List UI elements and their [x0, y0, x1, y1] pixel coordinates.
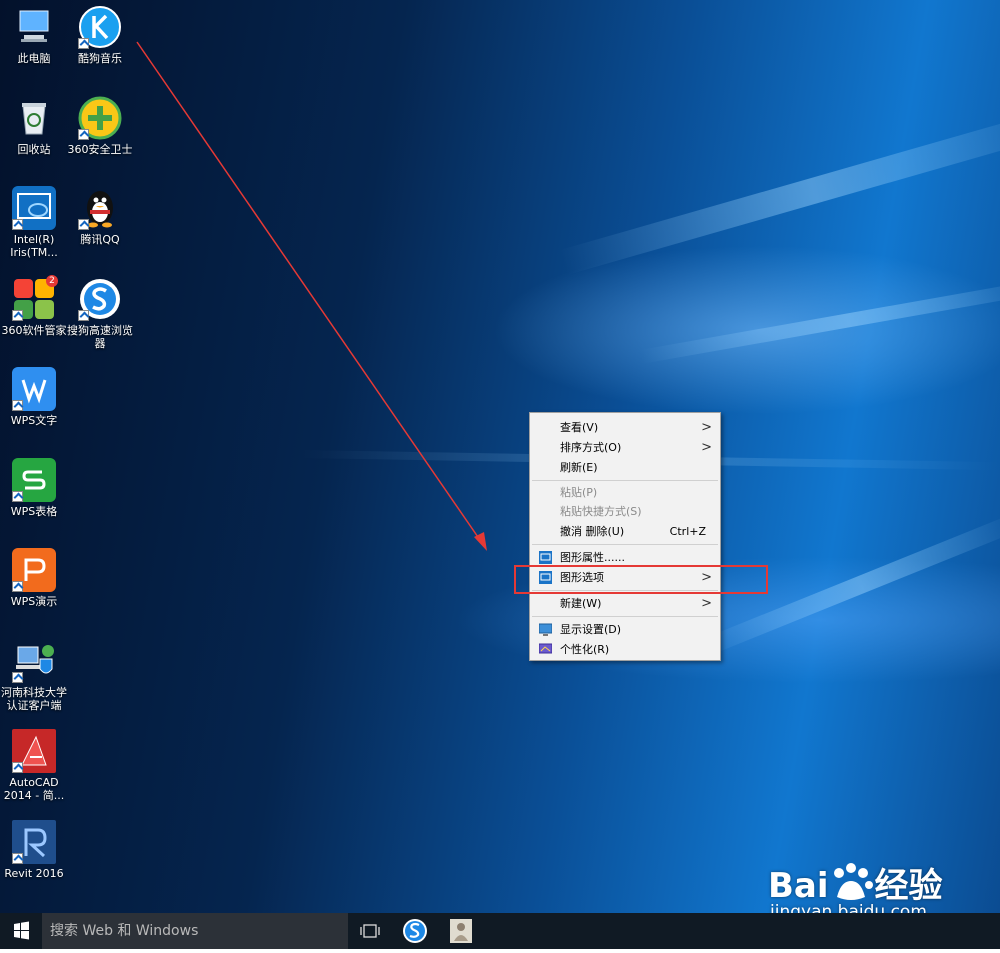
menu-separator — [532, 616, 718, 617]
menu-item-label: 个性化(R) — [560, 643, 610, 656]
menu-item-new[interactable]: 新建(W) > — [530, 594, 720, 614]
annotation-highlight-box — [514, 565, 768, 594]
desktop-context-menu: 查看(V) > 排序方式(O) > 刷新(E) 粘贴(P) 粘贴快捷方式(S) … — [529, 412, 721, 661]
task-view-icon[interactable] — [360, 923, 380, 939]
menu-item-view[interactable]: 查看(V) > — [530, 418, 720, 438]
menu-item-sort[interactable]: 排序方式(O) > — [530, 438, 720, 458]
baidu-paw-icon — [833, 863, 873, 900]
search-box[interactable]: 搜索 Web 和 Windows — [42, 913, 348, 949]
watermark-url: jingyan.baidu.com — [770, 902, 927, 913]
menu-separator — [532, 544, 718, 545]
menu-item-label: 粘贴(P) — [560, 486, 598, 499]
search-placeholder: 搜索 Web 和 Windows — [50, 923, 199, 939]
menu-item-label: 查看(V) — [560, 421, 599, 434]
menu-item-label: 刷新(E) — [560, 461, 598, 474]
menu-separator — [532, 480, 718, 481]
menu-item-paste: 粘贴(P) — [530, 483, 720, 503]
menu-item-label: 显示设置(D) — [560, 623, 622, 636]
menu-item-label: 新建(W) — [560, 597, 602, 610]
menu-item-label: 排序方式(O) — [560, 441, 622, 454]
intel-graphics-icon — [539, 551, 552, 564]
keyboard-shortcut: Ctrl+Z — [669, 525, 706, 538]
display-icon — [539, 623, 552, 636]
taskbar-app-photo[interactable] — [438, 913, 484, 949]
chevron-right-icon: > — [701, 440, 712, 455]
menu-item-paste-shortcut: 粘贴快捷方式(S) — [530, 502, 720, 522]
desktop[interactable]: 此电脑 回收站 Intel(R) Iris(TM... 2 360软件管家 WP… — [0, 0, 1000, 913]
menu-item-undo-delete[interactable]: 撤消 删除(U) Ctrl+Z — [530, 522, 720, 542]
taskbar: 搜索 Web 和 Windows — [0, 913, 1000, 949]
menu-item-label: 撤消 删除(U) — [560, 525, 625, 538]
watermark-brand: Bai — [768, 866, 829, 906]
chevron-right-icon: > — [701, 420, 712, 435]
baidu-watermark-logo: Bai 经验 — [768, 858, 943, 907]
sogou-browser-icon — [403, 919, 427, 943]
menu-item-display-settings[interactable]: 显示设置(D) — [530, 620, 720, 640]
start-button[interactable] — [0, 913, 42, 949]
chevron-right-icon: > — [701, 596, 712, 611]
watermark-brand-suffix: 经验 — [874, 866, 943, 906]
menu-item-label: 粘贴快捷方式(S) — [560, 505, 642, 518]
photo-thumbnail-icon — [450, 919, 472, 943]
taskbar-app-sogou-browser[interactable] — [392, 913, 438, 949]
windows-logo-icon — [14, 921, 29, 940]
personalize-icon — [539, 643, 552, 654]
annotation-arrow — [136, 41, 487, 551]
menu-item-personalize[interactable]: 个性化(R) — [530, 640, 720, 660]
menu-item-refresh[interactable]: 刷新(E) — [530, 458, 720, 478]
